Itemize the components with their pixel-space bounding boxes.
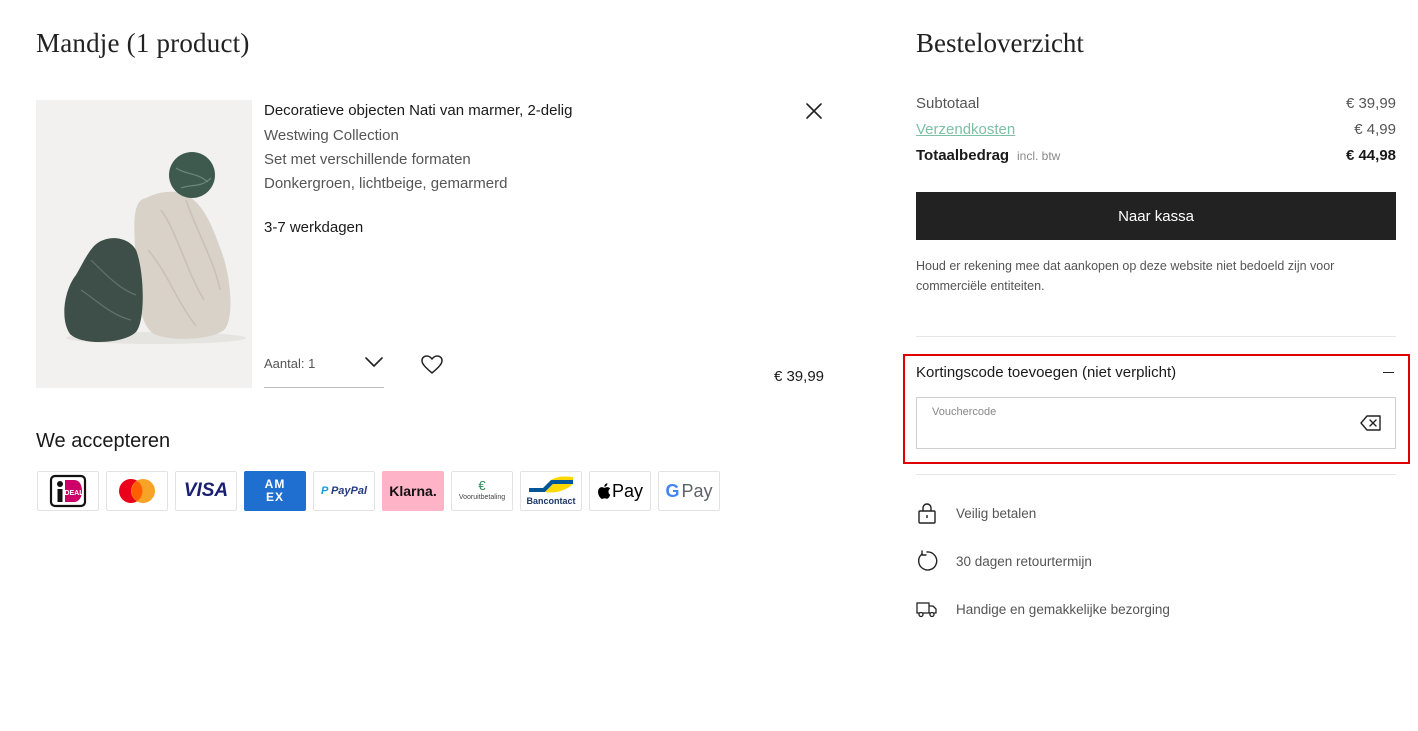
subtotal-label: Subtotaal	[916, 95, 980, 112]
marble-objects-image	[36, 100, 252, 388]
divider	[916, 474, 1396, 475]
subtotal-value: € 39,99	[1345, 95, 1396, 112]
usp-secure-payment: Veilig betalen	[916, 502, 1396, 526]
prepayment-logo: € Vooruitbetaling	[451, 471, 513, 511]
product-image[interactable]	[36, 100, 252, 388]
google-pay-logo: G Pay	[658, 471, 720, 511]
commercial-notice: Houd er rekening mee dat aankopen op dez…	[916, 259, 1335, 293]
apple-pay-logo: Pay	[589, 471, 651, 511]
voucher-field-label: Vouchercode	[932, 406, 997, 418]
summary-title: Besteloverzicht	[916, 28, 1084, 58]
delivery-time: 3-7 werkdagen	[264, 219, 364, 236]
shipping-costs-link[interactable]: Verzendkosten	[916, 121, 1015, 138]
usp-text: 30 dagen retourtermijn	[956, 554, 1092, 569]
quantity-label: Aantal: 1	[264, 356, 316, 371]
heart-icon	[421, 355, 443, 374]
product-variant: Set met verschillende formaten	[264, 151, 471, 168]
mastercard-logo	[106, 471, 168, 511]
shipping-value: € 4,99	[1354, 121, 1396, 138]
amex-logo: AM EX	[244, 471, 306, 511]
cart-title: Mandje (1 product)	[36, 28, 250, 58]
product-color: Donkergroen, lichtbeige, gemarmerd	[264, 175, 508, 192]
accepted-payments-title: We accepteren	[36, 430, 171, 452]
bancontact-logo: Bancontact	[520, 471, 582, 511]
total-value: € 44,98	[1345, 147, 1396, 164]
lock-icon	[918, 503, 936, 524]
item-price: € 39,99	[773, 368, 824, 385]
visa-logo: VISA	[175, 471, 237, 511]
klarna-logo: Klarna.	[382, 471, 444, 511]
divider	[916, 336, 1396, 337]
usp-delivery: Handige en gemakkelijke bezorging	[916, 598, 1396, 622]
wishlist-button[interactable]	[420, 353, 444, 377]
subtotal-row: Subtotaal € 39,99	[916, 95, 1396, 115]
voucher-code-input[interactable]	[932, 422, 1352, 444]
checkout-button[interactable]: Naar kassa	[916, 192, 1396, 240]
collapse-minus-icon[interactable]	[1381, 362, 1397, 382]
close-icon	[806, 103, 822, 119]
payment-methods: iDEAL VISA AM EX P PayPal Klarna. € Voor…	[37, 471, 720, 511]
total-vat-note: incl. btw	[1017, 149, 1061, 163]
product-brand: Westwing Collection	[264, 127, 399, 144]
shipping-row: Verzendkosten € 4,99	[916, 121, 1396, 141]
usp-return-period: 30 dagen retourtermijn	[916, 550, 1396, 574]
product-name[interactable]: Decoratieve objecten Nati van marmer, 2-…	[264, 102, 572, 119]
return-arrow-icon	[918, 550, 938, 571]
total-row: Totaalbedrag incl. btw € 44,98	[916, 147, 1396, 167]
voucher-field[interactable]: Vouchercode	[916, 397, 1396, 449]
delivery-truck-icon	[916, 602, 937, 618]
svg-text:iDEAL: iDEAL	[63, 490, 85, 497]
usp-text: Handige en gemakkelijke bezorging	[956, 602, 1170, 617]
remove-item-button[interactable]	[803, 100, 825, 122]
paypal-logo: P PayPal	[313, 471, 375, 511]
voucher-section-title[interactable]: Kortingscode toevoegen (niet verplicht)	[916, 364, 1176, 381]
chevron-down-icon	[365, 357, 383, 367]
usp-text: Veilig betalen	[956, 506, 1037, 521]
quantity-select[interactable]: Aantal: 1	[264, 348, 384, 388]
total-label: Totaalbedrag	[916, 147, 1010, 164]
ideal-logo: iDEAL	[37, 471, 99, 511]
backspace-clear-icon[interactable]	[1360, 414, 1382, 432]
